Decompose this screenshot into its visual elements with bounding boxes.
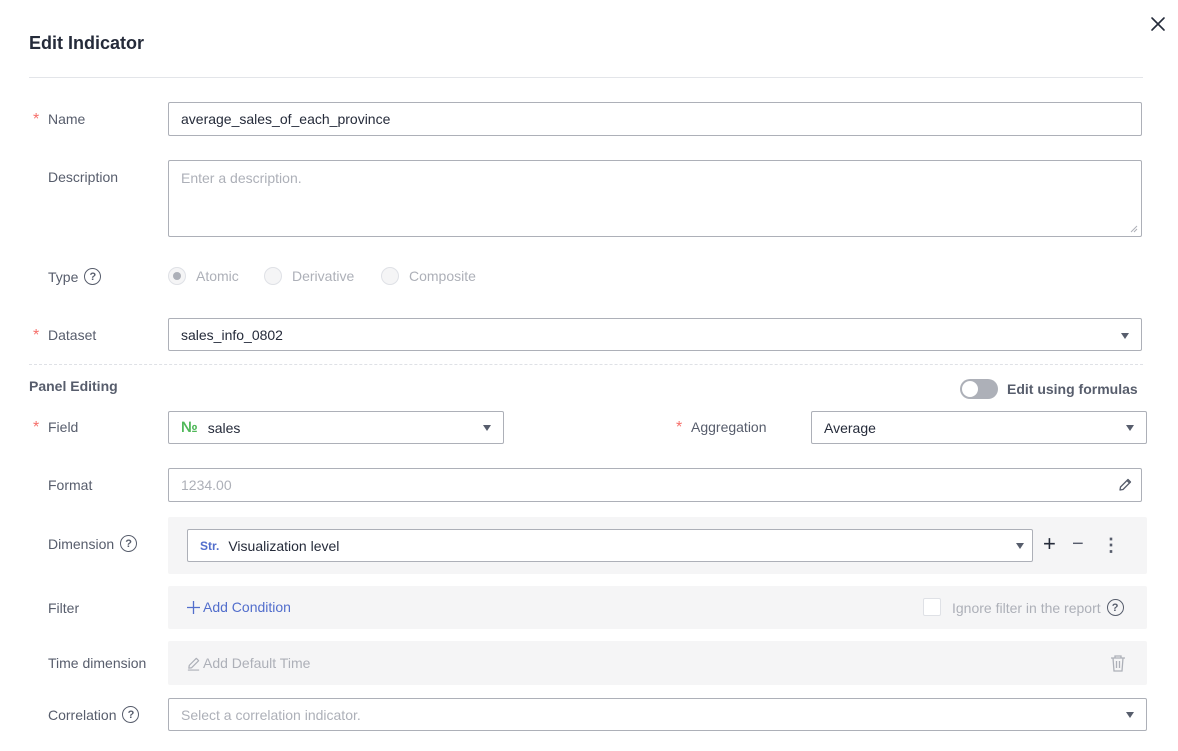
aggregation-label: Aggregation <box>691 419 767 435</box>
field-label: Field <box>48 419 79 435</box>
aggregation-select[interactable]: Average <box>811 411 1147 444</box>
correlation-select[interactable]: Select a correlation indicator. <box>168 698 1147 731</box>
name-label: Name <box>48 111 86 127</box>
dimension-select[interactable]: Str. Visualization level <box>187 529 1033 562</box>
name-input-value: average_sales_of_each_province <box>181 111 391 127</box>
format-placeholder: 1234.00 <box>181 477 232 493</box>
correlation-label-row: Correlation ? <box>48 706 140 723</box>
dataset-select[interactable]: sales_info_0802 <box>168 318 1142 351</box>
help-icon[interactable]: ? <box>1106 599 1124 616</box>
time-dimension-label: Time dimension <box>48 655 147 671</box>
chevron-down-icon <box>483 425 491 431</box>
help-icon[interactable]: ? <box>84 268 102 285</box>
add-default-time-link[interactable]: Add Default Time <box>186 655 310 671</box>
ignore-filter-checkbox[interactable] <box>923 598 941 616</box>
pencil-icon[interactable] <box>1117 477 1133 493</box>
toggle-knob <box>962 381 978 397</box>
add-default-time-label: Add Default Time <box>203 655 311 671</box>
dimension-label: Dimension <box>48 535 115 552</box>
plus-icon <box>187 600 200 614</box>
dimension-select-value: Visualization level <box>228 537 340 554</box>
help-icon[interactable]: ? <box>120 535 138 552</box>
radio-checked-icon <box>168 267 186 285</box>
radio-atomic-label: Atomic <box>196 268 239 284</box>
dataset-label-row: * Dataset <box>33 327 97 344</box>
name-label-row: * Name <box>33 111 86 128</box>
number-type-icon: № <box>181 419 198 436</box>
format-label: Format <box>48 477 93 493</box>
chevron-down-icon <box>1126 712 1134 718</box>
chevron-down-icon <box>1126 425 1134 431</box>
name-input[interactable]: average_sales_of_each_province <box>168 102 1142 136</box>
section-divider <box>29 364 1143 365</box>
filter-label: Filter <box>48 600 80 616</box>
dataset-label: Dataset <box>48 327 97 343</box>
chevron-down-icon <box>1121 333 1129 339</box>
description-placeholder: Enter a description. <box>181 170 302 186</box>
field-select-value: sales <box>207 419 241 436</box>
required-mark: * <box>676 419 683 436</box>
required-mark: * <box>33 327 40 344</box>
radio-composite[interactable]: Composite <box>381 267 476 285</box>
ignore-filter-label: Ignore filter in the report <box>952 599 1101 616</box>
close-button[interactable] <box>1148 14 1168 34</box>
required-mark: * <box>33 419 40 436</box>
radio-unchecked-icon <box>381 267 399 285</box>
resize-handle-icon[interactable] <box>1130 225 1138 233</box>
format-input[interactable]: 1234.00 <box>168 468 1142 502</box>
field-select[interactable]: № sales <box>168 411 504 444</box>
edit-formulas-toggle[interactable] <box>960 379 998 399</box>
string-type-icon: Str. <box>200 538 220 553</box>
remove-dimension-button[interactable]: − <box>1072 533 1084 555</box>
field-label-row: * Field <box>33 419 79 436</box>
dimension-label-row: Dimension ? <box>48 535 138 552</box>
radio-derivative[interactable]: Derivative <box>264 267 354 285</box>
panel-editing-title: Panel Editing <box>29 378 118 394</box>
close-icon <box>1151 17 1165 31</box>
add-condition-label: Add Condition <box>203 599 291 615</box>
trash-icon[interactable] <box>1109 654 1127 673</box>
aggregation-label-row: * Aggregation <box>676 419 767 436</box>
pencil-icon <box>187 657 200 671</box>
radio-unchecked-icon <box>264 267 282 285</box>
aggregation-select-value: Average <box>824 419 876 436</box>
radio-atomic[interactable]: Atomic <box>168 267 239 285</box>
add-condition-link[interactable]: Add Condition <box>186 599 291 615</box>
correlation-placeholder: Select a correlation indicator. <box>181 706 361 723</box>
header-divider <box>29 77 1143 78</box>
dialog-title: Edit Indicator <box>29 33 145 53</box>
dataset-select-value: sales_info_0802 <box>181 326 283 343</box>
edit-formulas-label: Edit using formulas <box>1007 381 1138 397</box>
correlation-label: Correlation <box>48 706 117 723</box>
type-label: Type <box>48 268 79 285</box>
more-options-button[interactable]: ⋮ <box>1102 534 1120 556</box>
radio-derivative-label: Derivative <box>292 268 355 284</box>
type-label-row: Type ? <box>48 268 102 285</box>
description-label: Description <box>48 169 119 185</box>
chevron-down-icon <box>1016 543 1024 549</box>
add-dimension-button[interactable]: + <box>1043 533 1056 555</box>
help-icon[interactable]: ? <box>122 706 140 723</box>
ignore-filter-label-row: Ignore filter in the report ? <box>952 599 1124 616</box>
radio-composite-label: Composite <box>409 268 476 284</box>
description-textarea[interactable]: Enter a description. <box>168 160 1142 237</box>
time-dimension-panel <box>168 641 1147 685</box>
required-mark: * <box>33 111 40 128</box>
